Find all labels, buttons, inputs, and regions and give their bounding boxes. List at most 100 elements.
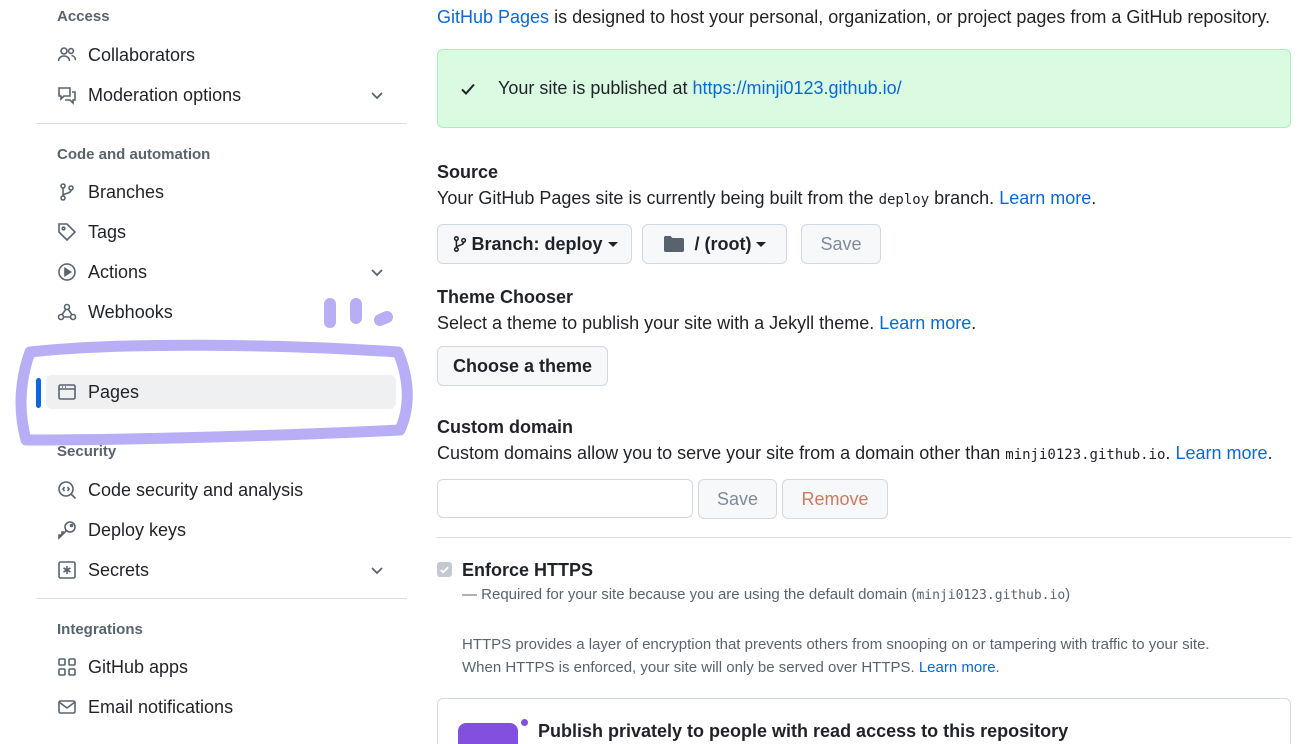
source-desc: Your GitHub Pages site is currently bein… xyxy=(437,188,1097,208)
domain-code: minji0123.github.io xyxy=(1005,447,1166,463)
sidebar-item-secrets[interactable]: Secrets xyxy=(46,553,396,587)
group-heading-integrations: Integrations xyxy=(57,621,143,638)
sidebar-item-branches[interactable]: Branches xyxy=(46,175,396,209)
enforce-https-title: Enforce HTTPS xyxy=(462,560,594,580)
branch-name-code: deploy xyxy=(878,192,930,208)
group-heading-code-automation: Code and automation xyxy=(57,146,211,163)
pages-intro: GitHub Pages is designed to host your pe… xyxy=(437,7,1270,28)
theme-learn-more-link[interactable]: Learn more xyxy=(879,313,971,333)
mail-icon xyxy=(56,696,78,718)
sidebar-item-pages[interactable]: Pages xyxy=(46,375,396,409)
section-divider xyxy=(437,537,1291,538)
sidebar-item-collaborators[interactable]: Collaborators xyxy=(46,38,396,72)
sidebar-divider xyxy=(37,598,407,599)
pages-settings-main: GitHub Pages is designed to host your pe… xyxy=(437,0,1297,744)
sparkle-icon xyxy=(521,719,528,726)
private-pages-illustration-icon xyxy=(458,723,518,744)
sidebar-item-label: Moderation options xyxy=(88,84,242,105)
source-learn-more-link[interactable]: Learn more xyxy=(999,188,1091,208)
chevron-down-icon[interactable] xyxy=(368,263,386,281)
caret-down-icon xyxy=(607,241,618,247)
sidebar-item-label: Secrets xyxy=(88,559,150,580)
chevron-down-icon[interactable] xyxy=(368,561,386,579)
custom-domain-desc: Custom domains allow you to serve your s… xyxy=(437,443,1273,463)
custom-domain-desc-text: . xyxy=(1165,443,1176,463)
sidebar-item-label: Branches xyxy=(88,181,165,202)
publish-privately-box: Publish privately to people with read ac… xyxy=(437,698,1291,744)
sidebar-item-label: Collaborators xyxy=(88,44,196,65)
intro-text: is designed to host your personal, organ… xyxy=(549,7,1271,27)
sidebar-item-label: Actions xyxy=(88,261,148,282)
custom-domain-input[interactable] xyxy=(437,479,693,518)
custom-domain-desc-text: Custom domains allow you to serve your s… xyxy=(437,443,1006,463)
folder-icon xyxy=(663,235,685,253)
codescan-icon xyxy=(56,479,78,501)
folder-button-label: / (root) xyxy=(694,233,752,254)
asterisk-square-icon xyxy=(56,559,78,581)
branch-select-button[interactable]: Branch: deploy xyxy=(437,224,632,264)
sidebar-item-actions[interactable]: Actions xyxy=(46,255,396,289)
https-note-text: — Required for your site because you are… xyxy=(462,586,917,603)
group-heading-access: Access xyxy=(57,8,110,25)
theme-desc-text: Select a theme to publish your site with… xyxy=(437,313,880,333)
browser-icon xyxy=(56,381,78,403)
caret-down-icon xyxy=(756,241,767,247)
tag-icon xyxy=(56,221,78,243)
custom-domain-learn-more-link[interactable]: Learn more xyxy=(1175,443,1267,463)
check-icon xyxy=(461,83,475,95)
comment-discussion-icon xyxy=(56,84,78,106)
source-save-button[interactable]: Save xyxy=(801,224,881,264)
sidebar-item-label: Webhooks xyxy=(88,301,173,322)
key-icon xyxy=(56,519,78,541)
sidebar-item-label: Pages xyxy=(88,381,140,402)
webhook-icon xyxy=(56,301,78,323)
apps-icon xyxy=(56,656,78,678)
choose-theme-button[interactable]: Choose a theme xyxy=(437,346,608,386)
sidebar-divider xyxy=(37,123,407,124)
check-icon xyxy=(440,566,449,574)
git-branch-icon xyxy=(451,235,469,253)
chevron-down-icon[interactable] xyxy=(368,86,386,104)
publish-privately-title: Publish privately to people with read ac… xyxy=(538,721,1069,741)
sidebar-item-code-security[interactable]: Code security and analysis xyxy=(46,473,396,507)
custom-domain-remove-button[interactable]: Remove xyxy=(782,479,888,519)
sidebar-item-label: GitHub apps xyxy=(88,656,189,677)
enforce-https-checkbox[interactable] xyxy=(437,562,452,577)
source-title: Source xyxy=(437,162,499,182)
branch-button-label: Branch: deploy xyxy=(471,233,603,254)
people-icon xyxy=(56,44,78,66)
group-heading-security: Security xyxy=(57,443,117,460)
https-note-text: ) xyxy=(1065,586,1071,603)
custom-domain-save-button[interactable]: Save xyxy=(698,479,777,519)
sidebar-item-tags[interactable]: Tags xyxy=(46,215,396,249)
https-info-line-1: HTTPS provides a layer of encryption tha… xyxy=(462,636,1210,653)
settings-sidebar: Access Collaborators Moderation options … xyxy=(0,0,420,744)
active-indicator xyxy=(36,378,41,408)
sidebar-item-label: Tags xyxy=(88,221,127,242)
custom-domain-title: Custom domain xyxy=(437,417,574,437)
sidebar-item-deploy-keys[interactable]: Deploy keys xyxy=(46,513,396,547)
sidebar-item-email-notifications[interactable]: Email notifications xyxy=(46,690,396,724)
https-info-text: When HTTPS is enforced, your site will o… xyxy=(462,659,919,676)
published-flash: Your site is published at https://minji0… xyxy=(437,49,1291,128)
site-url-link[interactable]: https://minji0123.github.io/ xyxy=(692,78,901,98)
sidebar-item-label: Deploy keys xyxy=(88,519,187,540)
source-desc-text: Your GitHub Pages site is currently bein… xyxy=(437,188,879,208)
theme-title: Theme Chooser xyxy=(437,287,574,307)
folder-select-button[interactable]: / (root) xyxy=(642,224,787,264)
sidebar-item-github-apps[interactable]: GitHub apps xyxy=(46,650,396,684)
flash-text: Your site is published at https://minji0… xyxy=(498,78,902,99)
default-domain-code: minji0123.github.io xyxy=(916,588,1066,603)
git-branch-icon xyxy=(56,181,78,203)
flash-label: Your site is published at xyxy=(498,78,693,98)
sidebar-item-moderation-options[interactable]: Moderation options xyxy=(46,78,396,112)
https-learn-more-link[interactable]: Learn more xyxy=(919,659,996,676)
github-pages-link[interactable]: GitHub Pages xyxy=(437,7,549,27)
sidebar-item-label: Code security and analysis xyxy=(88,479,304,500)
https-required-note: — Required for your site because you are… xyxy=(462,586,1070,603)
sidebar-item-webhooks[interactable]: Webhooks xyxy=(46,295,396,329)
https-info-line-2: When HTTPS is enforced, your site will o… xyxy=(462,659,1000,676)
source-desc-text: branch. xyxy=(929,188,1000,208)
play-icon xyxy=(56,261,78,283)
sidebar-item-label: Email notifications xyxy=(88,696,234,717)
